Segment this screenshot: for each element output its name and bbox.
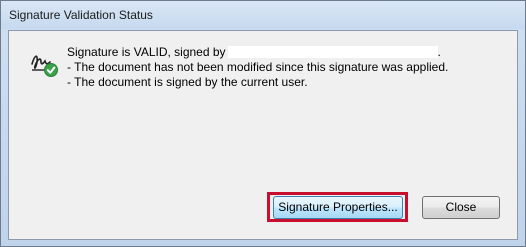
signed-by-period: .	[437, 45, 441, 59]
dialog-body: Signature is VALID, signed by. - The doc…	[8, 30, 518, 240]
signature-properties-button[interactable]: Signature Properties...	[273, 196, 403, 219]
dialog-window: Signature Validation Status Signature is…	[0, 0, 526, 247]
redacted-signer-name	[227, 46, 438, 58]
message-line-current-user: - The document is signed by the current …	[67, 75, 308, 89]
title-bar[interactable]: Signature Validation Status	[1, 1, 525, 29]
signed-by-text: Signature is VALID, signed by	[67, 45, 226, 59]
validation-message: Signature is VALID, signed by. - The doc…	[67, 45, 507, 90]
close-button[interactable]: Close	[422, 196, 500, 219]
message-line-valid: Signature is VALID, signed by.	[67, 45, 507, 60]
dialog-title: Signature Validation Status	[9, 8, 153, 22]
signature-valid-icon	[31, 55, 58, 77]
message-line-not-modified: - The document has not been modified sin…	[67, 60, 449, 74]
